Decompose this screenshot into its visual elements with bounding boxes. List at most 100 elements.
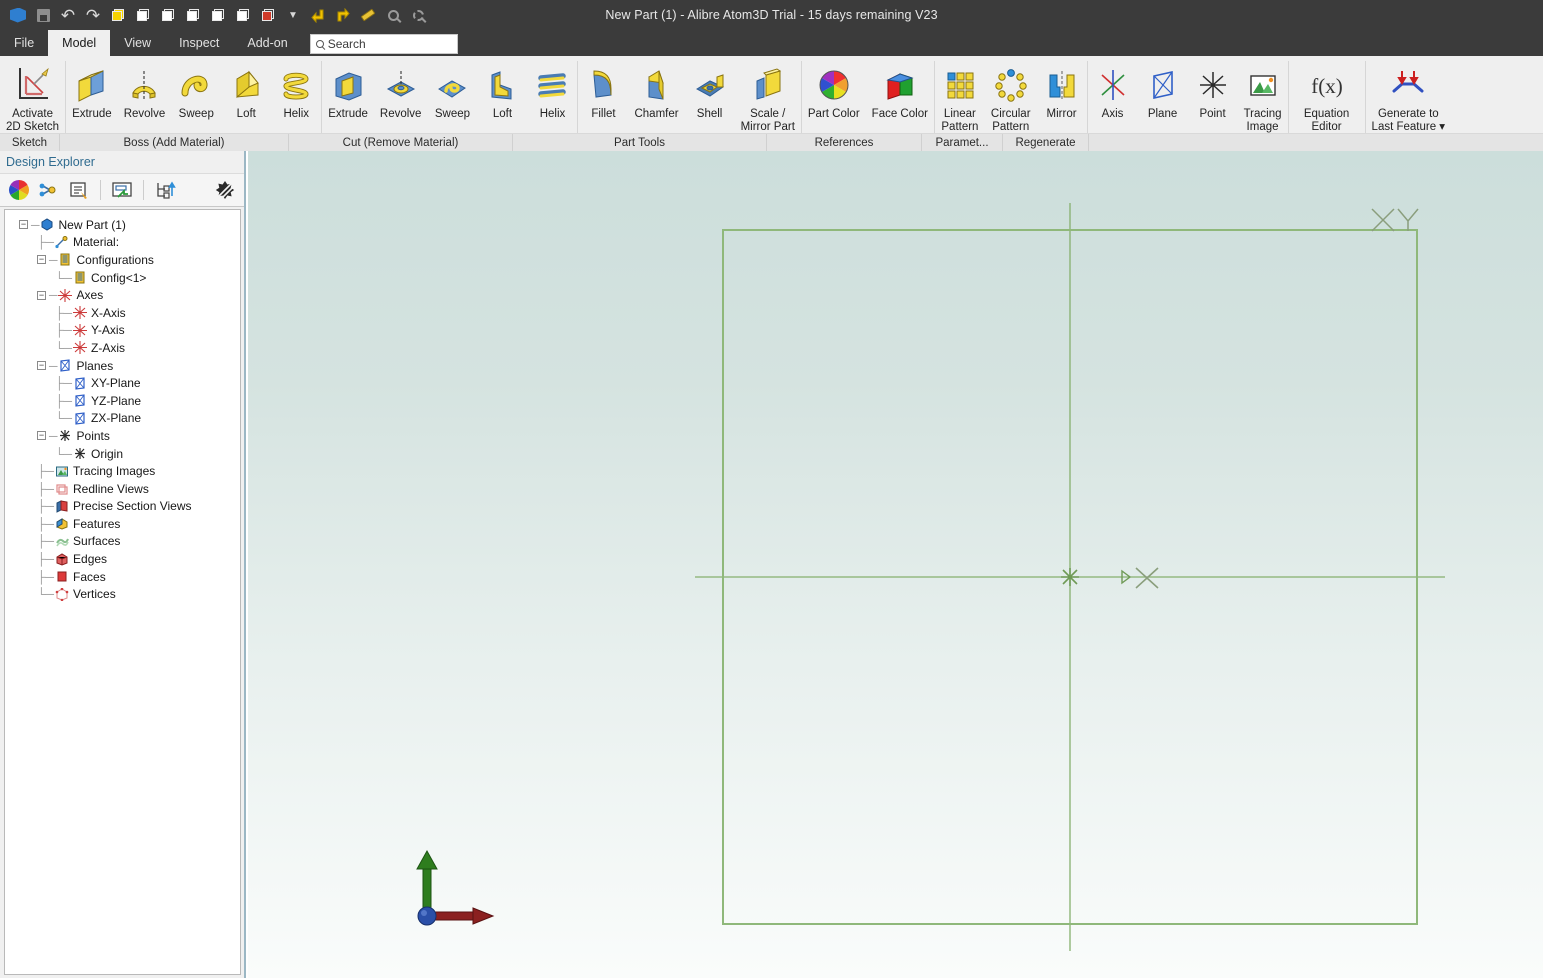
tree-node-yz-plane[interactable]: ├─ YZ-Plane [11, 392, 240, 410]
expander-toggle[interactable]: − [37, 255, 46, 265]
chamfer-button[interactable]: Chamfer [628, 60, 684, 121]
redo-icon[interactable]: ↷ [81, 3, 105, 27]
fillet-button[interactable]: Fillet [578, 60, 628, 121]
view-bottom-icon[interactable] [256, 3, 280, 27]
cut-helix-label: Helix [539, 108, 566, 120]
boss-loft-button[interactable]: Loft [221, 60, 271, 121]
tree-node-surfaces[interactable]: ├─ Surfaces [11, 533, 240, 551]
boss-helix-button[interactable]: Helix [271, 60, 321, 121]
tree-node-axes[interactable]: − ─ Axes [11, 286, 240, 304]
cut-loft-button[interactable]: Loft [477, 60, 527, 121]
footer-part-tools: Part Tools [513, 134, 767, 152]
graphics-viewport[interactable]: Y X [248, 151, 1543, 978]
view-dropdown-icon[interactable]: ▼ [281, 3, 305, 27]
export-icon[interactable] [109, 177, 135, 203]
expander-toggle[interactable]: − [37, 290, 46, 300]
plane-button[interactable]: Plane [1138, 60, 1188, 121]
planes-icon [58, 359, 73, 373]
generate-last-feature-button[interactable]: Generate to Last Feature ▾ [1366, 60, 1452, 133]
tree-node-vertices[interactable]: └─ Vertices [11, 585, 240, 603]
expander-toggle[interactable]: − [37, 431, 46, 441]
tree-label: Configurations [76, 252, 154, 267]
relations-icon[interactable] [36, 177, 62, 203]
search-input[interactable]: Search [309, 34, 458, 54]
tree-node-xy-plane[interactable]: ├─ XY-Plane [11, 374, 240, 392]
tree-node-zx-plane[interactable]: └─ ZX-Plane [11, 410, 240, 428]
tree-node-edges[interactable]: ├─ Edges [11, 550, 240, 568]
design-explorer-tree[interactable]: − ─ New Part (1) ├─ Material: − ─ Config… [4, 209, 241, 975]
tree-node-planes[interactable]: − ─ Planes [11, 357, 240, 375]
view-iso-icon[interactable] [106, 3, 130, 27]
tree-label: Features [73, 516, 121, 531]
shell-button[interactable]: Shell [685, 60, 735, 121]
point-button[interactable]: Point [1188, 60, 1238, 121]
rotate-left-icon[interactable] [306, 3, 330, 27]
measure-icon[interactable] [356, 3, 380, 27]
settings-gear-icon[interactable] [212, 177, 238, 203]
tab-addon[interactable]: Add-on [233, 30, 301, 56]
mirror-label: Mirror [1046, 108, 1077, 120]
boss-revolve-button[interactable]: Revolve [118, 60, 172, 121]
toolbar-separator [143, 180, 144, 200]
tree-node-faces[interactable]: ├─ Faces [11, 568, 240, 586]
tree-node-material[interactable]: ├─ Material: [11, 234, 240, 252]
tree-node-points[interactable]: − ─ Points [11, 427, 240, 445]
axis-button[interactable]: Axis [1088, 60, 1138, 121]
equation-editor-button[interactable]: f(x) Equation Editor [1289, 60, 1365, 133]
linear-pattern-button[interactable]: Linear Pattern [935, 60, 985, 133]
scale-mirror-part-button[interactable]: Scale / Mirror Part [735, 60, 801, 133]
tree-node-y-axis[interactable]: ├─ Y-Axis [11, 322, 240, 340]
boss-loft-label: Loft [236, 108, 256, 120]
tree-node-features[interactable]: ├─ Features [11, 515, 240, 533]
undo-icon[interactable]: ↶ [56, 3, 80, 27]
mirror-button[interactable]: Mirror [1037, 60, 1087, 121]
cut-extrude-button[interactable]: Extrude [322, 60, 374, 121]
part-color-button[interactable]: Part Color [802, 60, 866, 121]
ribbon-group-footers: Sketch Boss (Add Material) Cut (Remove M… [0, 133, 1543, 152]
view-right-icon[interactable] [206, 3, 230, 27]
tab-file[interactable]: File [0, 30, 48, 56]
tree-label: Vertices [73, 587, 116, 602]
tree-node-origin[interactable]: └─ Origin [11, 445, 240, 463]
cut-loft-label: Loft [492, 108, 513, 120]
view-back-icon[interactable] [156, 3, 180, 27]
expander-toggle[interactable]: − [19, 220, 28, 230]
cut-revolve-button[interactable]: Revolve [374, 60, 428, 121]
boss-revolve-label: Revolve [123, 108, 166, 120]
face-color-icon [881, 63, 919, 107]
expander-toggle[interactable]: − [37, 361, 46, 371]
tree-node-z-axis[interactable]: └─ Z-Axis [11, 339, 240, 357]
tree-node-redline-views[interactable]: ├─ Redline Views [11, 480, 240, 498]
circular-pattern-button[interactable]: Circular Pattern [985, 60, 1037, 133]
view-left-icon[interactable] [181, 3, 205, 27]
boss-sweep-button[interactable]: Sweep [171, 60, 221, 121]
save-icon[interactable] [31, 3, 55, 27]
tab-model[interactable]: Model [48, 30, 111, 56]
tree-node-precise-section-views[interactable]: ├─ Precise Section Views [11, 498, 240, 516]
tab-inspect[interactable]: Inspect [165, 30, 233, 56]
cut-sweep-button[interactable]: Sweep [427, 60, 477, 121]
tree-node-config-1[interactable]: └─ Config<1> [11, 269, 240, 287]
tree-node-new-part[interactable]: − ─ New Part (1) [11, 216, 240, 234]
features-icon [54, 517, 69, 531]
tree-node-configurations[interactable]: − ─ Configurations [11, 251, 240, 269]
tree-node-tracing-images[interactable]: ├─ Tracing Images [11, 462, 240, 480]
color-wheel-icon[interactable] [6, 177, 32, 203]
reorder-icon[interactable] [152, 177, 178, 203]
cut-helix-button[interactable]: Helix [527, 60, 577, 121]
rotate-right-icon[interactable] [331, 3, 355, 27]
view-top-icon[interactable] [231, 3, 255, 27]
tree-node-x-axis[interactable]: ├─ X-Axis [11, 304, 240, 322]
tree-label: X-Axis [91, 305, 126, 320]
zoom-window-icon[interactable] [381, 3, 405, 27]
tab-view[interactable]: View [110, 30, 165, 56]
footer-cut: Cut (Remove Material) [289, 134, 513, 152]
zoom-fit-icon[interactable] [406, 3, 430, 27]
properties-icon[interactable] [66, 177, 92, 203]
app-logo-icon[interactable] [6, 3, 30, 27]
boss-extrude-button[interactable]: Extrude [66, 60, 118, 121]
tracing-image-button[interactable]: Tracing Image [1238, 60, 1288, 133]
face-color-button[interactable]: Face Color [866, 60, 934, 121]
activate-2d-sketch-button[interactable]: Activate 2D Sketch [0, 60, 65, 133]
view-front-icon[interactable] [131, 3, 155, 27]
